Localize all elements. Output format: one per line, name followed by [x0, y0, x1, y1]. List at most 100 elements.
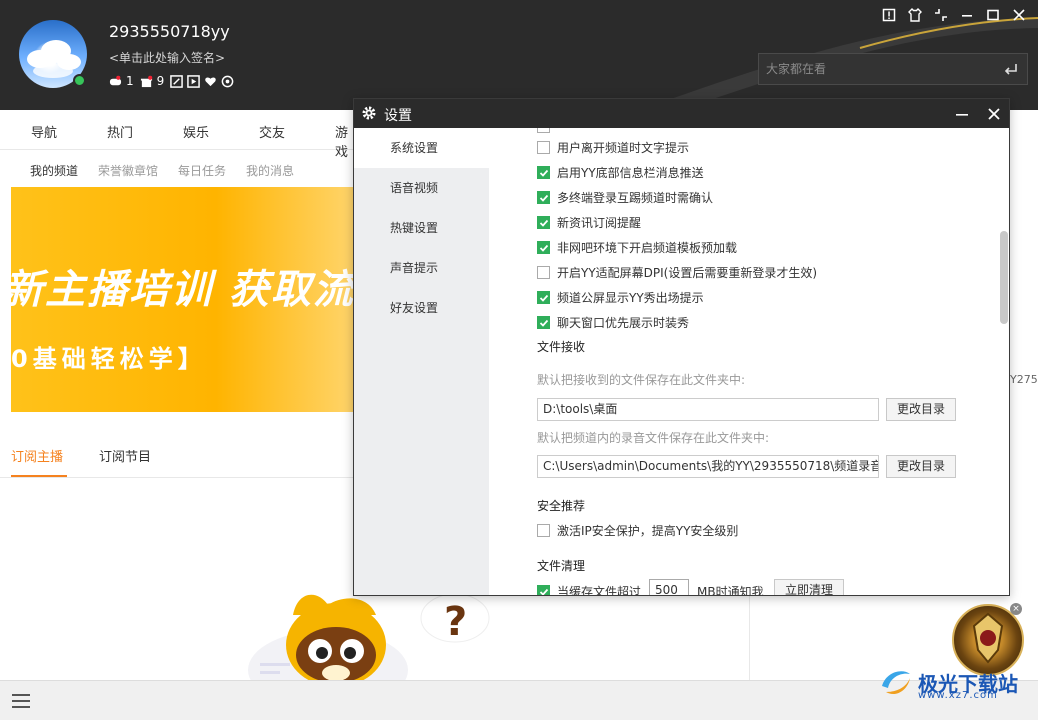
checkbox-row[interactable]: 激活IP安全保护，提高YY安全级别: [537, 522, 738, 539]
online-status-dot: [73, 74, 86, 87]
search-input[interactable]: [759, 54, 995, 84]
play-icon[interactable]: [187, 74, 201, 88]
settings-nav-voice-video[interactable]: 语音视频: [354, 168, 489, 208]
maximize-icon[interactable]: [984, 6, 1002, 24]
mini-mode-icon[interactable]: [932, 6, 950, 24]
cleanup-post-row: MB时通知我: [697, 583, 764, 595]
dialog-minimize-icon[interactable]: [954, 106, 970, 122]
skin-icon[interactable]: [906, 6, 924, 24]
checkbox-row[interactable]: 开启YY适配屏幕DPI(设置后需要重新登录才生效): [537, 264, 817, 281]
svg-text:?: ?: [444, 599, 467, 645]
checkbox-row[interactable]: 多终端登录互踢频道时需确认: [537, 189, 713, 206]
checkbox[interactable]: [537, 141, 550, 154]
checkbox-row[interactable]: 启用YY底部信息栏消息推送: [537, 164, 704, 181]
settings-title-bar[interactable]: 设置: [354, 99, 1009, 128]
heart-icon[interactable]: [204, 75, 217, 88]
checkbox-label: 激活IP安全保护，提高YY安全级别: [557, 524, 739, 538]
sub-nav-daily-tasks[interactable]: 每日任务: [178, 162, 226, 179]
signature-input[interactable]: <单击此处输入签名>: [109, 49, 225, 66]
change-receive-folder-button[interactable]: 更改目录: [886, 398, 956, 421]
sub-nav-my-messages[interactable]: 我的消息: [246, 162, 294, 179]
checkbox-label: 聊天窗口优先展示时装秀: [557, 316, 690, 330]
user-badges: 1 9: [109, 74, 234, 88]
settings-scrollbar[interactable]: [1000, 231, 1008, 324]
checkbox-row[interactable]: 用户离开频道时文字提示: [537, 139, 689, 156]
gear-icon: [362, 106, 376, 120]
close-icon[interactable]: [1010, 6, 1028, 24]
ticket-icon[interactable]: [170, 74, 184, 88]
settings-title: 设置: [384, 108, 412, 124]
promo-banner[interactable]: 新主播培训 获取流 0基础轻松学】: [11, 187, 353, 412]
receive-folder-path[interactable]: D:\tools\桌面: [537, 398, 879, 421]
sub-nav-honor-badges[interactable]: 荣誉徽章馆: [98, 162, 158, 179]
settings-dialog: 设置 系统设置 语音视频 热键设置 声音提示 好友设置 用户离开频道时文字提示 …: [353, 98, 1010, 596]
tab-hot[interactable]: 热门: [107, 122, 133, 141]
settings-nav-friends[interactable]: 好友设置: [354, 288, 489, 328]
minimize-icon[interactable]: [958, 6, 976, 24]
checkbox-label: 多终端登录互踢频道时需确认: [557, 191, 714, 205]
window-controls: [880, 6, 1028, 24]
enter-icon[interactable]: [1003, 61, 1019, 77]
settings-nav-system[interactable]: 系统设置: [354, 128, 489, 168]
search-box: [758, 53, 1028, 85]
checkbox-partial-hidden[interactable]: [537, 128, 550, 133]
checkbox-checked[interactable]: [537, 216, 550, 229]
checkbox-label: 新资讯订阅提醒: [557, 216, 642, 230]
banner-headline: 新主播培训 获取流: [11, 267, 353, 313]
tab-entertainment[interactable]: 娱乐: [183, 122, 209, 141]
checkbox-checked[interactable]: [537, 191, 550, 204]
checkbox-label: 非网吧环境下开启频道模板预加载: [557, 241, 738, 255]
tab-nav[interactable]: 导航: [31, 122, 57, 141]
main-nav: 导航 热门 娱乐 交友 游戏: [0, 110, 353, 160]
checkbox-row[interactable]: 频道公屏显示YY秀出场提示: [537, 289, 704, 306]
checkbox-row-partial: [537, 128, 557, 133]
tab-social[interactable]: 交友: [259, 122, 285, 141]
partial-id-text: Y2759: [1010, 373, 1038, 386]
section-title-file-receive: 文件接收: [537, 340, 586, 354]
checkbox[interactable]: [537, 524, 550, 537]
checkbox-checked[interactable]: [537, 166, 550, 179]
sub-nav: 我的频道 荣誉徽章馆 每日任务 我的消息: [0, 151, 353, 187]
settings-nav-sound[interactable]: 声音提示: [354, 248, 489, 288]
dialog-close-icon[interactable]: [986, 106, 1002, 122]
checkbox[interactable]: [537, 266, 550, 279]
checkbox-checked[interactable]: [537, 585, 550, 595]
tab-subscribed-programs[interactable]: 订阅节目: [99, 446, 151, 465]
gift-icon[interactable]: [140, 75, 153, 88]
checkbox-row[interactable]: 非网吧环境下开启频道模板预加载: [537, 239, 737, 256]
gift-count: 9: [156, 74, 165, 88]
cache-size-input[interactable]: 500: [649, 579, 689, 595]
checkbox-checked[interactable]: [537, 291, 550, 304]
checkbox-row[interactable]: 新资讯订阅提醒: [537, 214, 641, 231]
settings-sidebar: 系统设置 语音视频 热键设置 声音提示 好友设置: [354, 128, 489, 595]
empty-state-mascot-illustration: ?: [248, 593, 490, 685]
checkbox-checked[interactable]: [537, 316, 550, 329]
gamepad-icon[interactable]: [109, 75, 122, 88]
cleanup-label-post: MB时通知我: [697, 585, 764, 595]
settings-nav-hotkeys[interactable]: 热键设置: [354, 208, 489, 248]
top-header: 2935550718yy <单击此处输入签名> 1 9: [0, 0, 1038, 110]
game-badge-close-icon[interactable]: ×: [1010, 603, 1022, 615]
settings-content: 用户离开频道时文字提示 启用YY底部信息栏消息推送 多终端登录互踢频道时需确认 …: [489, 128, 1009, 595]
game-count: 1: [126, 74, 134, 88]
record-folder-path[interactable]: C:\Users\admin\Documents\我的YY\2935550718…: [537, 455, 879, 478]
active-tab-underline: [11, 475, 67, 477]
menu-icon[interactable]: [11, 691, 31, 711]
watermark-logo-icon: [882, 671, 910, 695]
cleanup-label-pre: 当缓存文件超过: [557, 585, 642, 595]
checkbox-label: 用户离开频道时文字提示: [557, 141, 690, 155]
subscription-tabs: 订阅主播 订阅节目: [0, 438, 353, 478]
clean-now-button[interactable]: 立即清理: [774, 579, 844, 595]
eye-icon[interactable]: [221, 75, 234, 88]
checkbox-label: 启用YY底部信息栏消息推送: [557, 166, 704, 180]
tab-subscribed-anchors[interactable]: 订阅主播: [11, 446, 63, 465]
change-record-folder-button[interactable]: 更改目录: [886, 455, 956, 478]
username[interactable]: 2935550718yy: [109, 22, 230, 41]
checkbox-row[interactable]: 聊天窗口优先展示时装秀: [537, 314, 689, 331]
banner-subline: 0基础轻松学】: [11, 345, 207, 373]
checkbox-checked[interactable]: [537, 241, 550, 254]
watermark: 极光下载站 www.xz7.com: [878, 664, 1018, 701]
section-title-security: 安全推荐: [537, 499, 586, 513]
feedback-icon[interactable]: [880, 6, 898, 24]
sub-nav-my-channel[interactable]: 我的频道: [30, 162, 78, 179]
